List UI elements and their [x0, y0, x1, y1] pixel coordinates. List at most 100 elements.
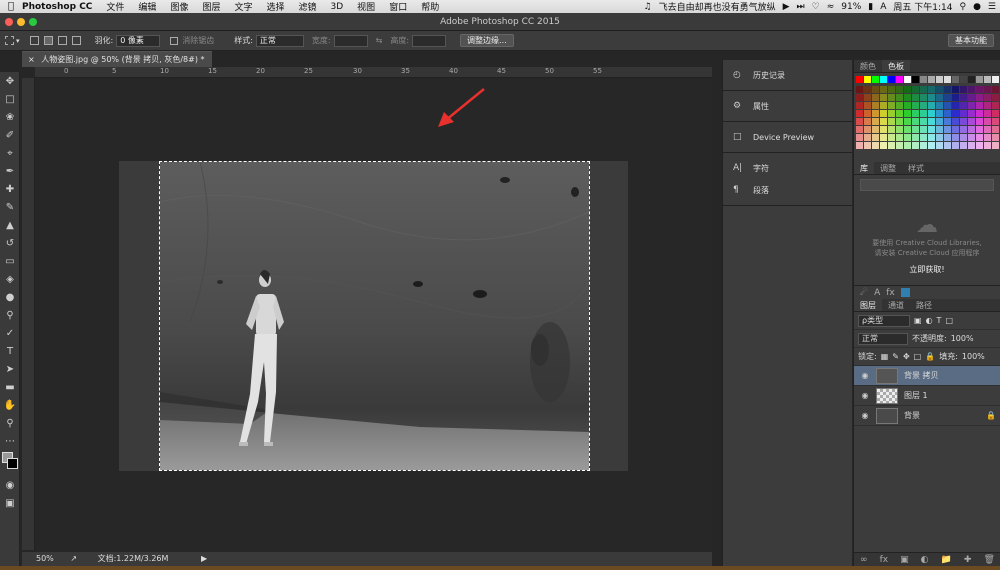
tab-libraries[interactable]: 库 [854, 162, 874, 174]
swatch[interactable] [888, 134, 895, 141]
dock-history[interactable]: ◴ 历史记录 [723, 64, 852, 86]
swatch[interactable] [880, 110, 887, 117]
height-input[interactable] [412, 34, 447, 47]
swatch[interactable] [952, 110, 959, 117]
antialias-checkbox[interactable] [170, 36, 179, 45]
swatch[interactable] [912, 134, 919, 141]
layer-name[interactable]: 背景 [904, 410, 920, 421]
swatch[interactable] [944, 76, 951, 83]
swatch[interactable] [984, 86, 991, 93]
swatch[interactable] [880, 142, 887, 149]
swatch[interactable] [856, 102, 863, 109]
swatch[interactable] [936, 126, 943, 133]
swatch[interactable] [952, 76, 959, 83]
swatch[interactable] [904, 134, 911, 141]
swatch[interactable] [920, 94, 927, 101]
opacity-value[interactable]: 100% [951, 334, 974, 343]
swatch[interactable] [992, 86, 999, 93]
swatch[interactable] [992, 118, 999, 125]
swatch[interactable] [928, 86, 935, 93]
menu-layer[interactable]: 图层 [202, 0, 220, 13]
swatch[interactable] [864, 94, 871, 101]
swatch[interactable] [880, 76, 887, 83]
swatch[interactable] [944, 126, 951, 133]
swatch[interactable] [928, 134, 935, 141]
document-tab[interactable]: × 人物姿图.jpg @ 50% (背景 拷贝, 灰色/8#) * [22, 51, 212, 67]
swatch[interactable] [920, 142, 927, 149]
hand-tool-icon[interactable]: ✋ [0, 396, 20, 414]
export-icon[interactable]: ↗ [70, 554, 77, 563]
music-icon[interactable]: ♫ [644, 2, 652, 12]
swatch[interactable] [992, 142, 999, 149]
screen-mode-icon[interactable]: ▣ [0, 494, 20, 512]
swatch[interactable] [976, 134, 983, 141]
swatch[interactable] [872, 134, 879, 141]
lock-pixels-icon[interactable]: ▦ [881, 352, 889, 361]
swatch[interactable] [888, 110, 895, 117]
menu-file[interactable]: 文件 [106, 0, 124, 13]
new-selection-icon[interactable] [29, 36, 39, 45]
lock-move-icon[interactable]: ✥ [903, 352, 910, 361]
swatch[interactable] [960, 76, 967, 83]
swatch[interactable] [880, 134, 887, 141]
swatch[interactable] [968, 118, 975, 125]
swatch[interactable] [880, 102, 887, 109]
eraser-tool-icon[interactable]: ▭ [0, 252, 20, 270]
swatch[interactable] [992, 134, 999, 141]
swatch[interactable] [896, 86, 903, 93]
swatch[interactable] [928, 76, 935, 83]
layer-row[interactable]: ◉ 图层 1 [854, 386, 1000, 406]
swatch[interactable] [992, 126, 999, 133]
lock-all-icon[interactable]: 🔒 [925, 352, 935, 361]
layer-name[interactable]: 图层 1 [904, 390, 928, 401]
get-now-link[interactable]: 立即获取! [854, 264, 1000, 275]
layer-name[interactable]: 背景 拷贝 [904, 370, 939, 381]
swatch[interactable] [936, 76, 943, 83]
filter-image-icon[interactable]: ▣ [914, 316, 922, 325]
document-image[interactable] [159, 161, 590, 471]
swatch[interactable] [936, 86, 943, 93]
dock-paragraph[interactable]: ¶ 段落 [723, 179, 852, 201]
swatch[interactable] [888, 118, 895, 125]
dock-character[interactable]: A| 字符 [723, 157, 852, 179]
swatch[interactable] [944, 110, 951, 117]
swatch[interactable] [984, 142, 991, 149]
menu-edit[interactable]: 编辑 [138, 0, 156, 13]
swatch[interactable] [912, 86, 919, 93]
swatch[interactable] [928, 110, 935, 117]
swatch[interactable] [952, 102, 959, 109]
shape-tool-icon[interactable]: ▬ [0, 378, 20, 396]
menu-type[interactable]: 文字 [234, 0, 252, 13]
layer-style-icon[interactable]: fx [880, 555, 889, 565]
swatch[interactable] [904, 118, 911, 125]
swatch[interactable] [944, 86, 951, 93]
swatch[interactable] [960, 102, 967, 109]
swatch[interactable] [872, 102, 879, 109]
zoom-icon[interactable] [29, 18, 37, 26]
swatch[interactable] [968, 134, 975, 141]
swatch[interactable] [944, 118, 951, 125]
intersect-selection-icon[interactable] [71, 36, 81, 45]
menu-window[interactable]: 窗口 [389, 0, 407, 13]
swatch[interactable] [936, 134, 943, 141]
swatch[interactable] [856, 86, 863, 93]
swatch[interactable] [912, 142, 919, 149]
menu-select[interactable]: 选择 [266, 0, 284, 13]
swatch[interactable] [960, 142, 967, 149]
swatch[interactable] [976, 142, 983, 149]
swatch[interactable] [960, 94, 967, 101]
workspace-button[interactable]: 基本功能 [948, 34, 994, 47]
swatch[interactable] [984, 134, 991, 141]
swatch[interactable] [888, 142, 895, 149]
swatch[interactable] [880, 86, 887, 93]
add-mask-icon[interactable]: ▣ [900, 555, 909, 565]
dock-properties[interactable]: ⚙ 属性 [723, 95, 852, 117]
filter-adjust-icon[interactable]: ◐ [926, 316, 933, 325]
menu-image[interactable]: 图像 [170, 0, 188, 13]
tab-layers[interactable]: 图层 [854, 299, 882, 311]
swatch[interactable] [968, 94, 975, 101]
close-icon[interactable] [5, 18, 13, 26]
swatch[interactable] [984, 118, 991, 125]
paint-bucket-icon[interactable]: ◈ [0, 270, 20, 288]
battery-icon[interactable]: ▮ [868, 2, 873, 12]
